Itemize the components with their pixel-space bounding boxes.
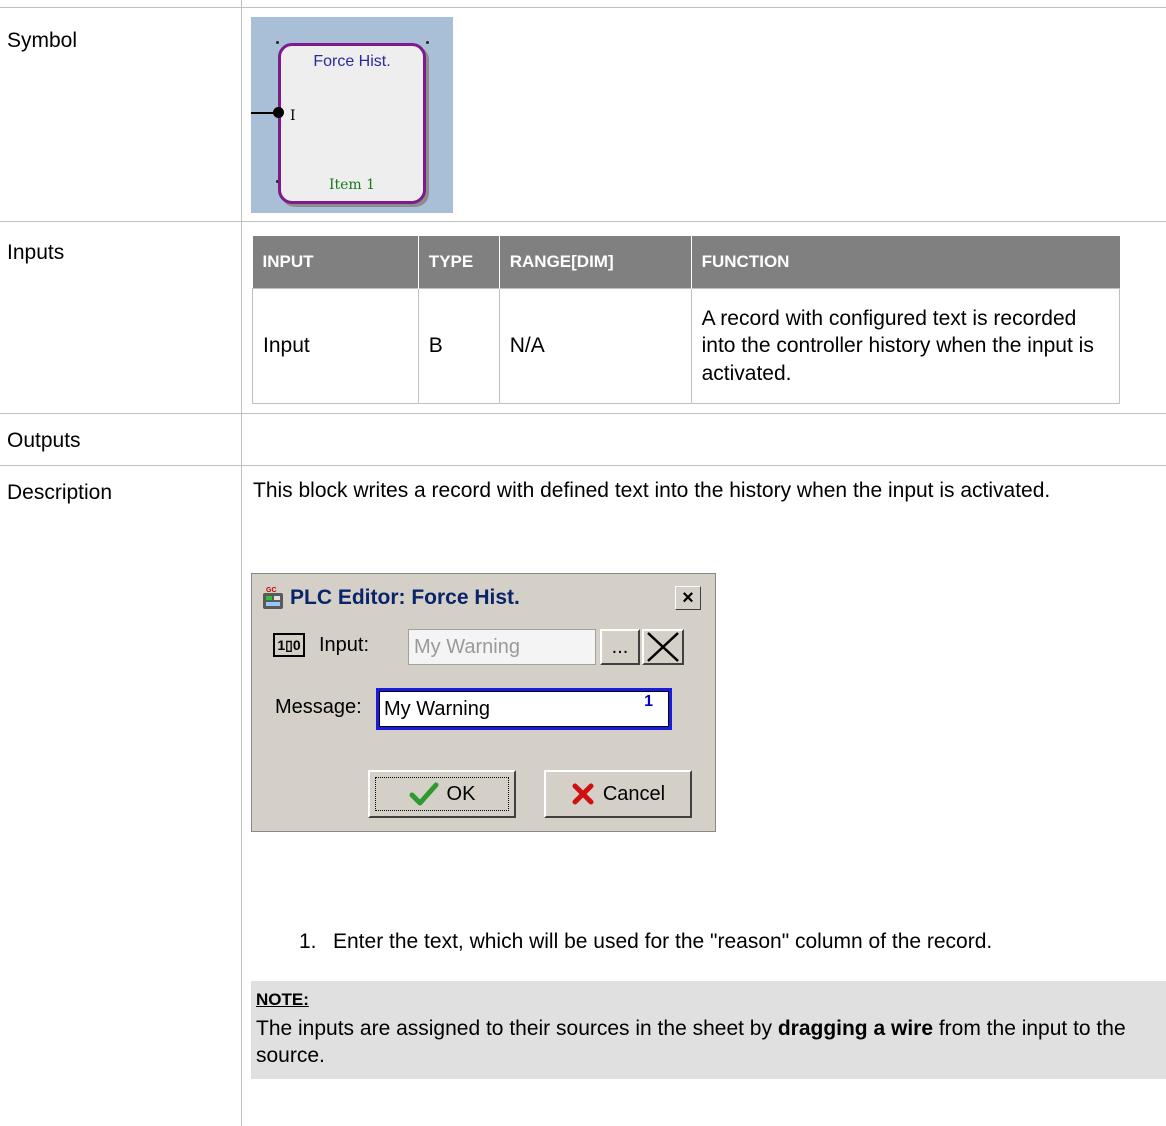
clear-input-button[interactable] <box>642 629 684 665</box>
message-field[interactable]: My Warning 1 <box>376 688 672 730</box>
cancel-button[interactable]: Cancel <box>544 770 692 818</box>
plc-editor-app-icon: GC <box>262 585 284 611</box>
column-divider <box>241 0 242 1126</box>
block-pin-label: I <box>290 108 296 124</box>
note-body: The inputs are assigned to their sources… <box>256 1017 1126 1068</box>
step-number: 1. <box>299 930 317 953</box>
row-divider-outputs <box>0 465 1166 466</box>
input-label: Input: <box>319 634 370 656</box>
message-label: Message: <box>275 696 362 718</box>
header-function: FUNCTION <box>691 236 1120 289</box>
ok-button[interactable]: OK <box>368 770 516 818</box>
close-button[interactable]: × <box>675 586 701 610</box>
dialog-title: PLC Editor: Force Hist. <box>290 586 520 609</box>
input-pin-icon <box>273 107 284 118</box>
note-title: NOTE: <box>256 990 309 1009</box>
inputs-table: INPUT TYPE RANGE[DIM] FUNCTION Input B N… <box>252 236 1121 404</box>
note-emphasis: dragging a wire <box>777 1017 934 1040</box>
block-item-label: Item 1 <box>328 177 376 193</box>
cell-function: A record with configured text is recorde… <box>690 288 1121 404</box>
cancel-label: Cancel <box>602 782 666 805</box>
input-type-icon: 1▯0 <box>273 633 305 657</box>
row-divider-top <box>0 7 1166 8</box>
note-box: NOTE: The inputs are assigned to their s… <box>251 981 1166 1079</box>
table-row: Input B N/A A record with configured tex… <box>252 288 1121 404</box>
message-char-count: 1 <box>644 693 653 710</box>
cell-range: N/A <box>498 288 692 404</box>
cell-type: B <box>417 288 500 404</box>
row-label-symbol: Symbol <box>7 29 78 52</box>
row-divider-inputs <box>0 413 1166 414</box>
block-symbol-image: Force Hist. I Item 1 <box>251 17 453 213</box>
row-label-description: Description <box>7 481 113 504</box>
block-title: Force Hist. <box>313 53 391 70</box>
ok-label: OK <box>446 782 476 805</box>
browse-button[interactable]: ... <box>600 629 640 665</box>
svg-text:GC: GC <box>266 587 277 594</box>
input-field[interactable]: My Warning <box>408 629 596 665</box>
dialog-titlebar: GC PLC Editor: Force Hist. × <box>252 574 715 622</box>
description-text: This block writes a record with defined … <box>253 479 1051 502</box>
header-range: RANGE[DIM] <box>499 236 692 289</box>
cancel-x-icon <box>572 783 594 805</box>
list-item: 1. Enter the text, which will be used fo… <box>299 928 1119 955</box>
header-type: TYPE <box>418 236 500 289</box>
checkmark-icon <box>409 782 439 806</box>
step-text: Enter the text, which will be used for t… <box>333 930 993 953</box>
header-input: INPUT <box>252 236 419 289</box>
cell-input: Input <box>252 288 419 404</box>
plc-editor-dialog: GC PLC Editor: Force Hist. × 1▯0 Input: … <box>251 573 716 832</box>
row-label-inputs: Inputs <box>7 241 65 264</box>
row-label-outputs: Outputs <box>7 429 81 452</box>
row-divider-symbol <box>0 221 1166 222</box>
clear-x-icon <box>647 632 679 662</box>
function-block: Force Hist. I Item 1 <box>278 43 426 204</box>
